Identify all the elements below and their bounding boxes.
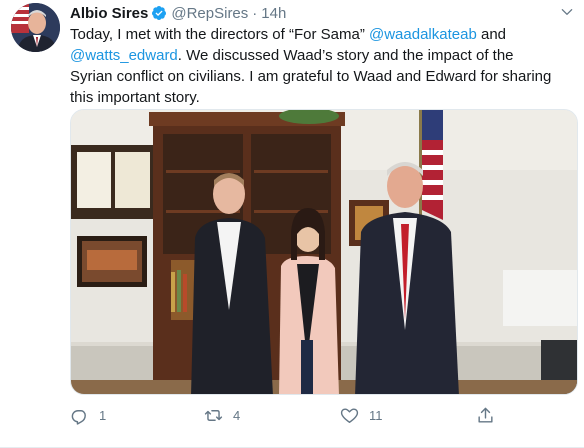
verified-badge-icon [152,6,167,20]
tweet-actions: 1 4 11 [70,403,510,427]
like-count: 11 [369,407,383,423]
tweet-text-part-2: and [476,26,507,43]
tweet-text: Today, I met with the directors of “For … [70,24,560,108]
retweet-icon [204,409,223,421]
share-icon [478,407,493,423]
tweet-text-part-1: Today, I met with the directors of “For … [70,26,369,43]
retweet-count: 4 [233,407,241,423]
chevron-down-icon[interactable] [560,5,574,19]
avatar-image [11,3,60,52]
author-handle[interactable]: @RepSires [171,5,248,22]
reply-button[interactable]: 1 [70,403,106,427]
tweet-photo[interactable] [70,109,578,395]
photo-scene [71,110,577,394]
mention-link-watts-edward[interactable]: @watts_edward [70,47,178,64]
reply-icon [71,409,86,425]
retweet-button[interactable]: 4 [204,403,240,427]
reply-count: 1 [99,407,107,423]
tweet-timestamp[interactable]: 14h [261,5,286,22]
mention-link-waadalkateab[interactable]: @waadalkateab [369,26,477,43]
author-name[interactable]: Albio Sires [70,5,148,22]
like-button[interactable]: 11 [340,403,383,427]
like-icon [340,407,359,423]
avatar[interactable] [11,3,60,52]
share-button[interactable] [476,403,495,427]
tweet-header: Albio Sires @RepSires · 14h [70,3,286,23]
separator-dot: · [252,4,258,22]
